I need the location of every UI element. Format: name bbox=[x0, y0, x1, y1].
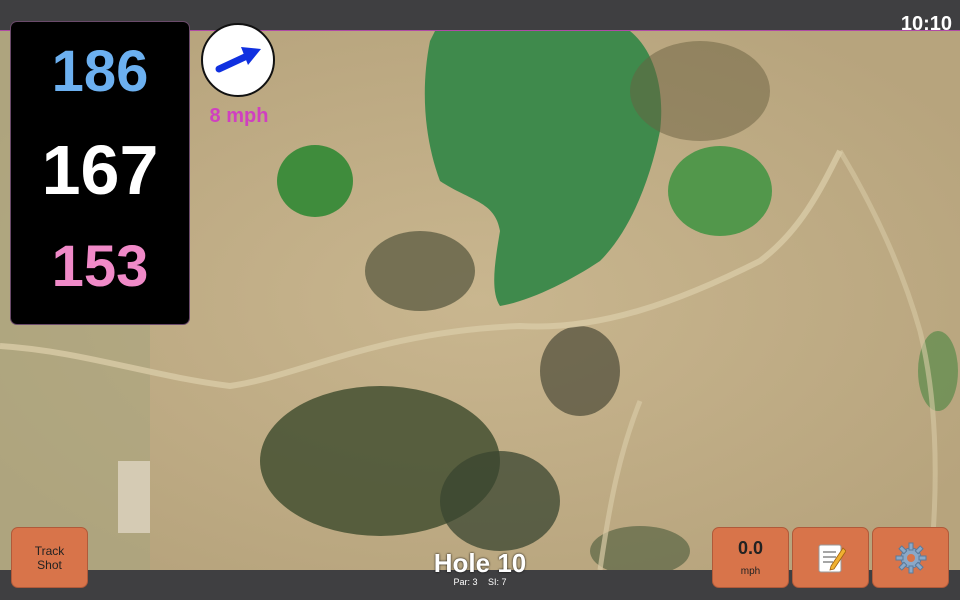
wind-speed-button[interactable]: 0.0 mph bbox=[712, 527, 789, 588]
gear-icon bbox=[895, 542, 926, 573]
yardage-front: 153 bbox=[51, 234, 149, 299]
track-shot-button[interactable]: Track Shot bbox=[11, 527, 88, 588]
wind-speed-value: 0.0 bbox=[737, 538, 764, 558]
track-shot-label: Track Shot bbox=[34, 543, 65, 572]
notes-button[interactable] bbox=[792, 527, 869, 588]
wind-speed-label: 8 mph bbox=[209, 105, 269, 127]
memo-icon bbox=[818, 544, 846, 572]
arrow-icon bbox=[215, 47, 261, 73]
yardage-panel: 186 167 153 bbox=[11, 22, 189, 324]
settings-button[interactable] bbox=[872, 527, 949, 588]
hole-title: Hole 10 bbox=[433, 548, 527, 578]
wind-indicator bbox=[201, 23, 275, 97]
yardage-back: 186 bbox=[51, 39, 149, 104]
wind-speed-unit: mph bbox=[740, 566, 761, 577]
hole-si: SI: 7 bbox=[488, 577, 507, 587]
hole-par: Par: 3 bbox=[453, 577, 478, 587]
hole-info: Par: 3 SI: 7 bbox=[380, 577, 580, 587]
yardage-middle: 167 bbox=[41, 131, 159, 209]
